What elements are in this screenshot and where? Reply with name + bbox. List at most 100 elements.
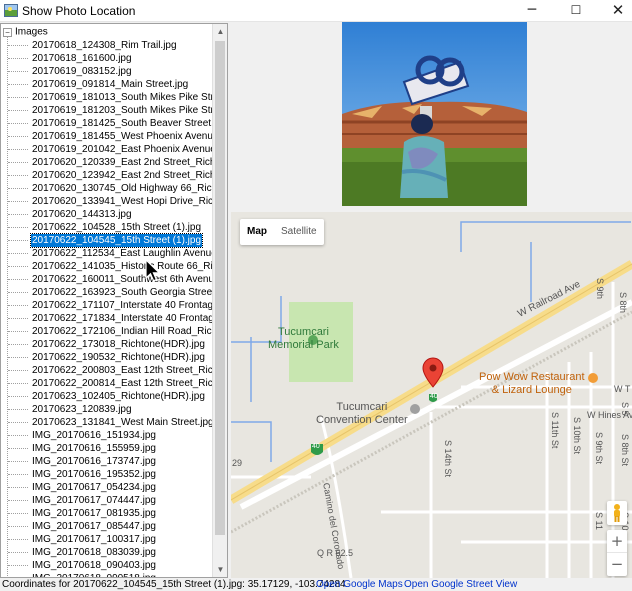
tree-item[interactable]: 20170622_190532_Richtone(HDR).jpg [1, 351, 213, 364]
tree-item[interactable]: 20170623_131841_West Main Street.jpg [1, 416, 213, 429]
open-google-maps-link[interactable]: Open Google Maps [316, 579, 403, 591]
convention-center-label: Tucumcari Convention Center [316, 401, 408, 426]
map-type-toggle: Map Satellite [240, 219, 324, 245]
scrollbar-thumb[interactable] [215, 41, 225, 535]
tree-item-label: 20170620_144313.jpg [32, 209, 132, 220]
restaurant-poi-icon[interactable] [588, 373, 598, 383]
tree-item-label: IMG_20170618_083039.jpg [32, 547, 156, 558]
tree-item-label: 20170619_181203_South Mikes Pike Street.… [32, 105, 213, 116]
tree-item[interactable]: 20170620_120339_East 2nd Street_Richtone… [1, 156, 213, 169]
tree-item[interactable]: 20170622_163923_South Georgia Street_Ric… [1, 286, 213, 299]
tree-item-label: IMG_20170617_085447.jpg [32, 521, 156, 532]
tree-item[interactable]: 20170622_200803_East 12th Street_Richton… [1, 364, 213, 377]
restaurant-label: Pow Wow Restaurant & Lizard Lounge [479, 371, 585, 396]
tree-item[interactable]: 20170623_120839.jpg [1, 403, 213, 416]
tree-item[interactable]: 20170623_102405_Richtone(HDR).jpg [1, 390, 213, 403]
satellite-mode-button[interactable]: Satellite [274, 219, 324, 245]
tree-item-label: 20170620_120339_East 2nd Street_Richtone… [32, 157, 213, 168]
tree-item[interactable]: 20170619_091814_Main Street.jpg [1, 78, 213, 91]
tree-item-label: 20170618_161600.jpg [32, 53, 132, 64]
tree-item[interactable]: 20170620_130745_Old Highway 66_Richtone(… [1, 182, 213, 195]
tree-item-label: 20170622_171107_Interstate 40 Frontage R… [32, 300, 213, 311]
convention-poi-icon[interactable] [410, 404, 420, 414]
tree-item-label: 20170622_104545_15th Street (1).jpg [29, 233, 204, 248]
tree-item[interactable]: IMG_20170616_155959.jpg [1, 442, 213, 455]
photo-image [342, 22, 527, 206]
street-view-pegman-icon[interactable] [607, 501, 627, 525]
tree-root-node[interactable]: − Images [3, 26, 48, 39]
tree-item[interactable]: 20170622_171834_Interstate 40 Frontage R… [1, 312, 213, 325]
tree-item[interactable]: IMG_20170618_090403.jpg [1, 559, 213, 572]
tree-item[interactable]: 20170618_124308_Rim Trail.jpg [1, 39, 213, 52]
tree-item[interactable]: IMG_20170617_085447.jpg [1, 520, 213, 533]
tree-item[interactable]: 20170620_133941_West Hopi Drive_Richtone… [1, 195, 213, 208]
map-view[interactable]: Map Satellite Tucumcari Memorial Park Tu… [231, 212, 632, 578]
tree-item[interactable]: 20170622_104528_15th Street (1).jpg [1, 221, 213, 234]
tree-item[interactable]: 20170619_181425_South Beaver Street.jpg [1, 117, 213, 130]
tree-item-label: 20170622_104528_15th Street (1).jpg [32, 222, 202, 233]
tree-item-label: 20170623_120839.jpg [32, 404, 132, 415]
open-street-view-link[interactable]: Open Google Street View [404, 579, 517, 591]
tree-item[interactable]: 20170622_171107_Interstate 40 Frontage R… [1, 299, 213, 312]
tree-item[interactable]: IMG_20170617_081935.jpg [1, 507, 213, 520]
tree-item[interactable]: 20170622_104545_15th Street (1).jpg [1, 233, 213, 248]
photo-preview [342, 22, 527, 206]
tree-item[interactable]: IMG_20170617_074447.jpg [1, 494, 213, 507]
tree-item[interactable]: IMG_20170617_100317.jpg [1, 533, 213, 546]
tree-item-label: 20170623_131841_West Main Street.jpg [32, 417, 213, 428]
tree-item[interactable]: IMG_20170616_151934.jpg [1, 429, 213, 442]
tree-item-label: 20170619_181425_South Beaver Street.jpg [32, 118, 213, 129]
tree-item[interactable]: 20170622_160011_Southwest 6th Avenue_Ric [1, 273, 213, 286]
tree-item[interactable]: IMG_20170616_195352.jpg [1, 468, 213, 481]
maximize-button[interactable]: ☐ [556, 0, 596, 22]
tree-item[interactable]: 20170622_173018_Richtone(HDR).jpg [1, 338, 213, 351]
qr-label: Q R 62.5 [317, 548, 354, 558]
park-label: Tucumcari Memorial Park [268, 326, 339, 351]
tree-item[interactable]: 20170618_161600.jpg [1, 52, 213, 65]
tree-item-label: IMG_20170617_100317.jpg [32, 534, 156, 545]
tree-item[interactable]: 20170622_200814_East 12th Street_Richton… [1, 377, 213, 390]
map-mode-button[interactable]: Map [240, 219, 274, 245]
s11-label: S 11th St [550, 412, 560, 449]
s5-label: S 5 [620, 402, 630, 416]
tree-item-label: 20170619_091814_Main Street.jpg [32, 79, 189, 90]
collapse-expander-icon[interactable]: − [3, 27, 12, 37]
s9b-label: S 9th [595, 278, 605, 300]
tree-item-label: 20170622_141035_Historic Route 66_Richto… [32, 261, 213, 272]
tree-item[interactable]: 20170622_141035_Historic Route 66_Richto… [1, 260, 213, 273]
image-tree-view[interactable]: − Images 20170618_124308_Rim Trail.jpg 201… [0, 23, 228, 578]
tree-vertical-scrollbar[interactable]: ▲ ▼ [212, 24, 227, 577]
tree-item[interactable]: 20170620_144313.jpg [1, 208, 213, 221]
pegman-figure-icon [614, 504, 620, 522]
s14-label: S 14th St [443, 440, 453, 478]
tree-item[interactable]: 20170619_201042_East Phoenix Avenue.jpg [1, 143, 213, 156]
tree-item-label: 20170619_181013_South Mikes Pike Street.… [32, 92, 213, 103]
tree-root-label: Images [15, 26, 48, 38]
scroll-up-icon[interactable]: ▲ [213, 24, 227, 39]
s11b-label: S 11 [594, 512, 604, 530]
zoom-in-button[interactable]: + [607, 530, 627, 553]
s8-label: S 8th St [620, 434, 630, 467]
close-button[interactable]: ✕ [598, 0, 632, 22]
tree-item[interactable]: 20170619_083152.jpg [1, 65, 213, 78]
tree-item[interactable]: 20170619_181455_West Phoenix Avenue.jpg [1, 130, 213, 143]
title-bar: Show Photo Location ─ ☐ ✕ [0, 0, 632, 22]
tree-item[interactable]: IMG_20170618_083039.jpg [1, 546, 213, 559]
zoom-out-button[interactable]: − [607, 553, 627, 576]
tree-item[interactable]: 20170620_123942_East 2nd Street_Richtone… [1, 169, 213, 182]
tree-item[interactable]: IMG_20170616_173747.jpg [1, 455, 213, 468]
tree-item[interactable]: 20170622_172106_Indian Hill Road_Richton… [1, 325, 213, 338]
tree-item-label: 20170619_201042_East Phoenix Avenue.jpg [32, 144, 213, 155]
tree-item[interactable]: 20170622_112534_East Laughlin Avenue (1)… [1, 247, 213, 260]
tree-item-label: IMG_20170617_074447.jpg [32, 495, 156, 506]
tree-item-label: 20170622_160011_Southwest 6th Avenue_Ric [32, 274, 213, 285]
minimize-button[interactable]: ─ [512, 0, 552, 22]
window-title: Show Photo Location [22, 4, 136, 18]
scroll-down-icon[interactable]: ▼ [213, 562, 227, 577]
tree-item[interactable]: 20170619_181013_South Mikes Pike Street.… [1, 91, 213, 104]
tree-item[interactable]: 20170619_181203_South Mikes Pike Street.… [1, 104, 213, 117]
tree-item[interactable]: IMG_20170618_090518.jpg [1, 572, 213, 577]
tree-item-label: 20170622_173018_Richtone(HDR).jpg [32, 339, 205, 350]
tree-item[interactable]: IMG_20170617_054234.jpg [1, 481, 213, 494]
tree-item-label: 20170623_102405_Richtone(HDR).jpg [32, 391, 205, 402]
